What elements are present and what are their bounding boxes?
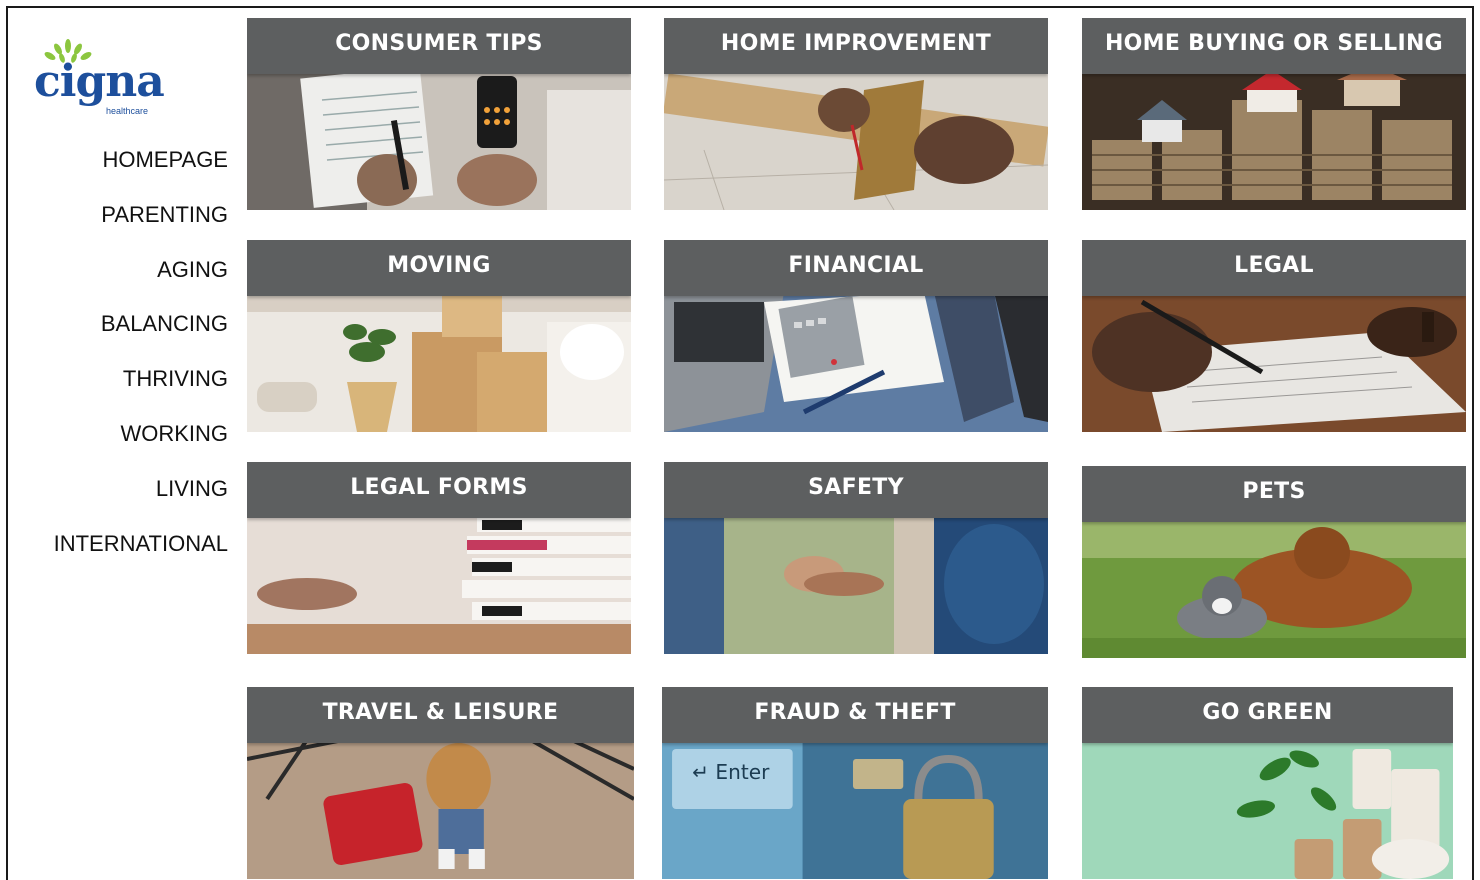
page-frame: cigna healthcare HOMEPAGE PARENTING AGIN… <box>6 6 1474 880</box>
stacked-files-photo <box>247 514 631 654</box>
sidebar-nav: HOMEPAGE PARENTING AGING BALANCING THRIV… <box>28 138 228 576</box>
child-with-suitcase-photo <box>247 739 634 879</box>
padlock-card-keyboard-photo: ↵ Enter <box>662 739 1048 879</box>
tile-title: FINANCIAL <box>664 240 1048 296</box>
tile-title: LEGAL <box>1082 240 1466 296</box>
tile-title: HOME IMPROVEMENT <box>664 18 1048 74</box>
houses-on-coins-photo <box>1082 70 1466 210</box>
tile-pets[interactable]: PETS <box>1082 466 1466 658</box>
tile-title: PETS <box>1082 466 1466 522</box>
tile-home-buying-selling[interactable]: HOME BUYING OR SELLING <box>1082 18 1466 210</box>
tile-safety[interactable]: SAFETY <box>664 462 1048 654</box>
tile-legal-forms[interactable]: LEGAL FORMS <box>247 462 631 654</box>
tile-travel-leisure[interactable]: TRAVEL & LEISURE <box>247 687 634 879</box>
tile-financial[interactable]: FINANCIAL <box>664 240 1048 432</box>
tile-title: SAFETY <box>664 462 1048 518</box>
tile-title: CONSUMER TIPS <box>247 18 631 74</box>
calculator-paperwork-photo <box>247 70 631 210</box>
nav-item-thriving[interactable]: THRIVING <box>28 357 228 412</box>
tile-home-improvement[interactable]: HOME IMPROVEMENT <box>664 18 1048 210</box>
nav-item-living[interactable]: LIVING <box>28 467 228 522</box>
nav-item-parenting[interactable]: PARENTING <box>28 193 228 248</box>
nav-item-homepage[interactable]: HOMEPAGE <box>28 138 228 193</box>
tile-consumer-tips[interactable]: CONSUMER TIPS <box>247 18 631 210</box>
svg-text:↵ Enter: ↵ Enter <box>692 760 770 784</box>
tile-title: HOME BUYING OR SELLING <box>1082 18 1466 74</box>
tile-fraud-theft[interactable]: FRAUD & THEFT ↵ Enter <box>662 687 1048 879</box>
nav-item-international[interactable]: INTERNATIONAL <box>28 522 228 577</box>
signing-document-photo <box>1082 292 1466 432</box>
nav-item-balancing[interactable]: BALANCING <box>28 302 228 357</box>
eco-cups-plant-photo <box>1082 739 1453 879</box>
logo-subtext: healthcare <box>106 106 149 116</box>
carpentry-measuring-photo <box>664 70 1048 210</box>
tile-title: TRAVEL & LEISURE <box>247 687 634 743</box>
moving-boxes-photo <box>247 292 631 432</box>
tile-go-green[interactable]: GO GREEN <box>1082 687 1453 879</box>
tile-legal[interactable]: LEGAL <box>1082 240 1466 432</box>
tile-moving[interactable]: MOVING <box>247 240 631 432</box>
tile-title: GO GREEN <box>1082 687 1453 743</box>
cigna-logo[interactable]: cigna healthcare <box>34 38 184 118</box>
tile-title: MOVING <box>247 240 631 296</box>
nav-item-aging[interactable]: AGING <box>28 248 228 303</box>
dog-and-cat-grass-photo <box>1082 518 1466 658</box>
logo-wordmark: cigna <box>34 56 165 107</box>
nav-item-working[interactable]: WORKING <box>28 412 228 467</box>
laptop-calculator-desk-photo <box>664 292 1048 432</box>
holding-hands-child-photo <box>664 514 1048 654</box>
tile-title: FRAUD & THEFT <box>662 687 1048 743</box>
tile-title: LEGAL FORMS <box>247 462 631 518</box>
